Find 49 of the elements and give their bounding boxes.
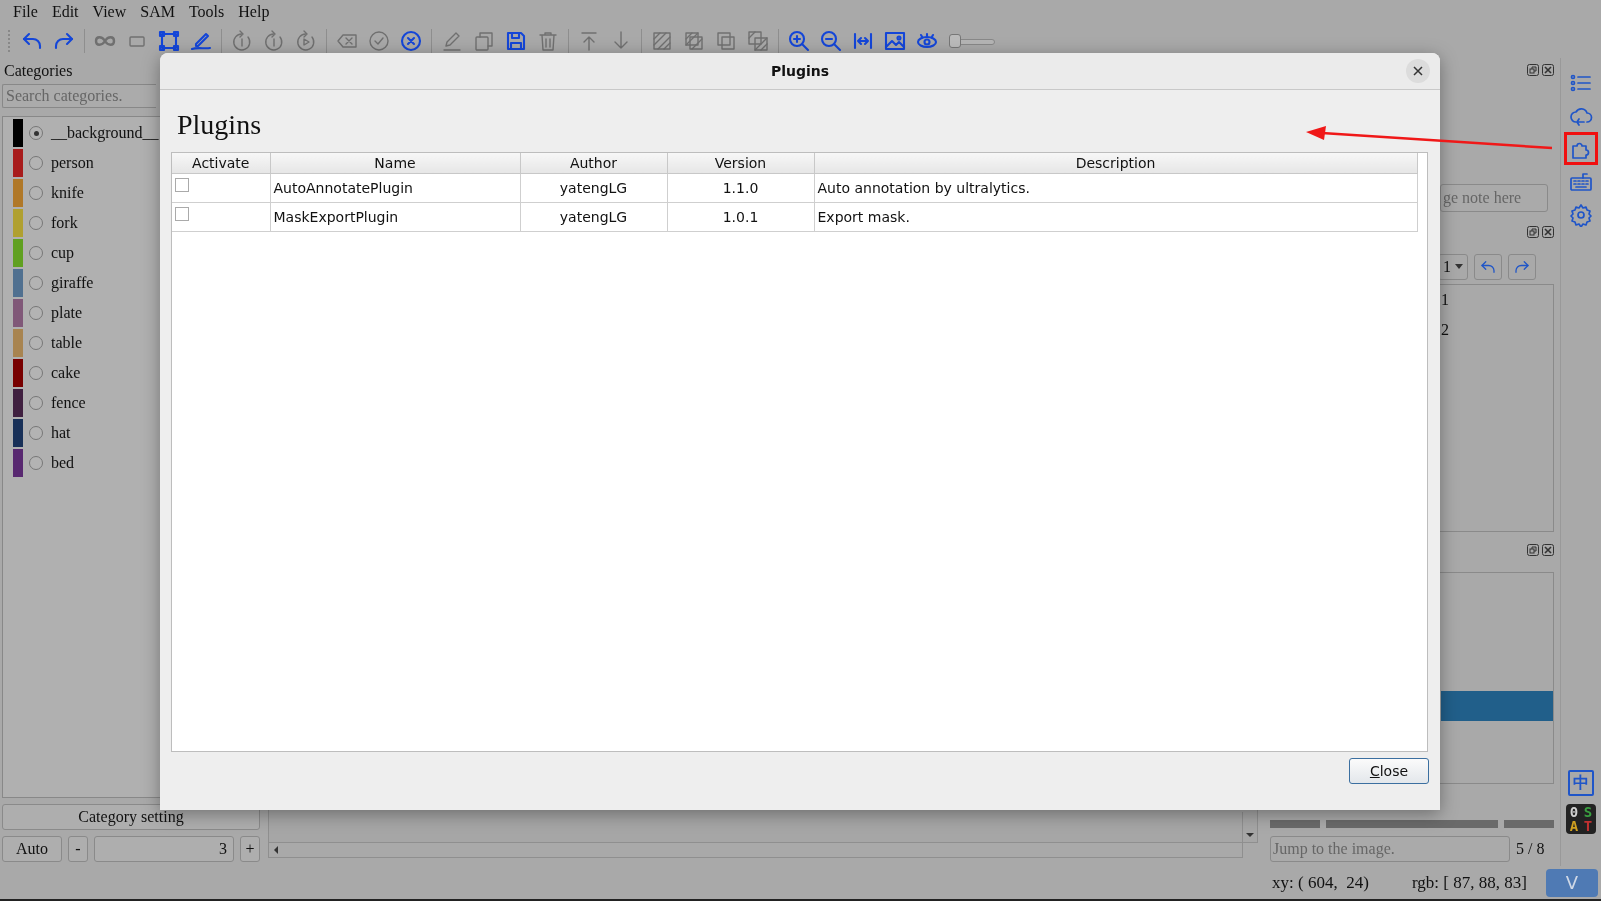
- table-cell: yatengLG: [520, 173, 667, 203]
- category-label[interactable]: cup: [51, 244, 75, 262]
- column-header[interactable]: Author: [520, 153, 667, 174]
- app-logo: 0 S A T: [1566, 804, 1596, 834]
- jump-field[interactable]: Jump to the image.: [1270, 836, 1510, 862]
- category-label[interactable]: bed: [51, 454, 75, 472]
- note-field[interactable]: ge note here: [1440, 184, 1548, 212]
- cursor-position: xy: ( 604, 24): [1272, 872, 1370, 893]
- menu-item[interactable]: Edit: [44, 3, 86, 21]
- list-item[interactable]: 1: [1441, 291, 1553, 321]
- category-label[interactable]: fence: [51, 394, 86, 412]
- menu-item[interactable]: SAM: [133, 3, 182, 21]
- plus-button[interactable]: +: [240, 836, 260, 862]
- column-header[interactable]: Version: [667, 153, 814, 174]
- table-cell: Export mask.: [814, 202, 1417, 232]
- menu-item[interactable]: File: [6, 3, 45, 21]
- list-item[interactable]: 2: [1441, 321, 1553, 351]
- dialog-title: Plugins: [770, 63, 830, 79]
- category-label[interactable]: hat: [51, 424, 71, 442]
- panel-title: Categories: [3, 62, 74, 82]
- column-header[interactable]: Activate: [172, 153, 270, 174]
- table-cell: AutoAnnotatePlugin: [270, 173, 520, 203]
- category-label[interactable]: cake: [51, 364, 81, 382]
- dialog-heading: Plugins: [177, 110, 263, 140]
- column-header[interactable]: Name: [270, 153, 520, 174]
- column-header[interactable]: Description: [814, 153, 1417, 174]
- table-cell: Auto annotation by ultralytics.: [814, 173, 1417, 203]
- menu-item[interactable]: View: [85, 3, 134, 21]
- auto-button[interactable]: Auto: [2, 836, 62, 862]
- category-label[interactable]: table: [51, 334, 83, 352]
- width-field[interactable]: 3: [94, 836, 234, 862]
- category-label[interactable]: fork: [51, 214, 78, 232]
- category-label[interactable]: knife: [51, 184, 84, 202]
- page-counter: 5 / 8: [1516, 840, 1545, 858]
- table-cell: yatengLG: [520, 202, 667, 232]
- category-label[interactable]: __background__: [51, 124, 159, 142]
- table-cell: MaskExportPlugin: [270, 202, 520, 232]
- menu-item[interactable]: Help: [231, 3, 277, 21]
- category-label[interactable]: giraffe: [51, 274, 94, 292]
- category-label[interactable]: plate: [51, 304, 83, 322]
- minus-button[interactable]: -: [68, 836, 88, 862]
- category-label[interactable]: person: [51, 154, 94, 172]
- table-cell: 1.0.1: [667, 202, 814, 232]
- table-cell: 1.1.0: [667, 173, 814, 203]
- menu-item[interactable]: Tools: [181, 3, 232, 21]
- search-field[interactable]: Search categories.: [2, 84, 156, 108]
- pixel-color-value: rgb: [ 87, 88, 83]: [1412, 872, 1528, 893]
- close-button[interactable]: Close: [1349, 758, 1429, 784]
- category-setting-button[interactable]: Category setting: [2, 804, 260, 830]
